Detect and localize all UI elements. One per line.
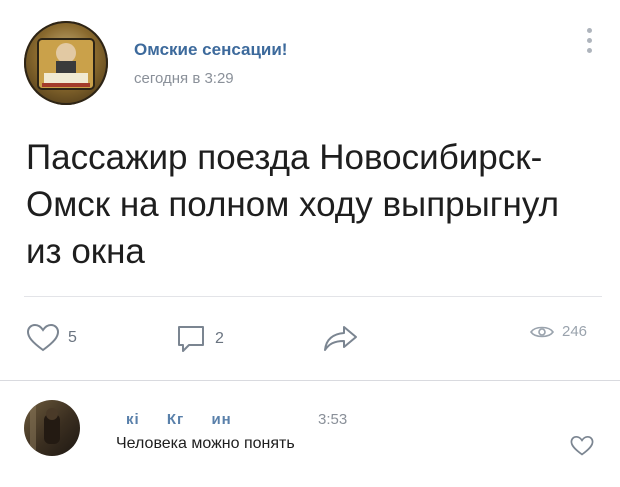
comment-timestamp[interactable]: 3:53	[318, 411, 347, 428]
post-author-avatar[interactable]	[24, 21, 108, 105]
heart-icon	[26, 323, 60, 352]
post-divider	[24, 296, 602, 297]
comment-author-avatar[interactable]	[24, 400, 80, 456]
comment-author-part: Кг	[166, 411, 185, 428]
like-button[interactable]: 5	[26, 323, 77, 353]
comment-author-part: кі	[126, 411, 140, 428]
post-timestamp[interactable]: сегодня в 3:29	[134, 70, 234, 87]
share-icon	[324, 326, 357, 351]
eye-icon	[530, 326, 554, 337]
comment-button[interactable]: 2	[175, 323, 224, 355]
comment-text: Человека можно понять	[116, 435, 295, 452]
comment-divider	[0, 380, 620, 381]
comment-author-part: ин	[211, 411, 232, 428]
heart-icon	[570, 435, 594, 456]
more-vertical-icon[interactable]	[583, 28, 595, 64]
comment-count: 2	[215, 330, 224, 347]
comment-like-button[interactable]	[570, 435, 594, 462]
comment-icon	[178, 326, 204, 352]
like-count: 5	[68, 329, 77, 346]
post-card: Омские сенсации! сегодня в 3:29 Пассажир…	[0, 0, 620, 487]
post-text: Пассажир поезда Новосибирск-Омск на полн…	[26, 138, 560, 271]
comment-author-name[interactable]: кі Кг ин	[126, 411, 254, 428]
view-counter: 246	[530, 323, 587, 340]
share-button[interactable]	[322, 323, 360, 353]
post-author-name[interactable]: Омские сенсации!	[134, 40, 287, 60]
view-count: 246	[562, 323, 588, 340]
